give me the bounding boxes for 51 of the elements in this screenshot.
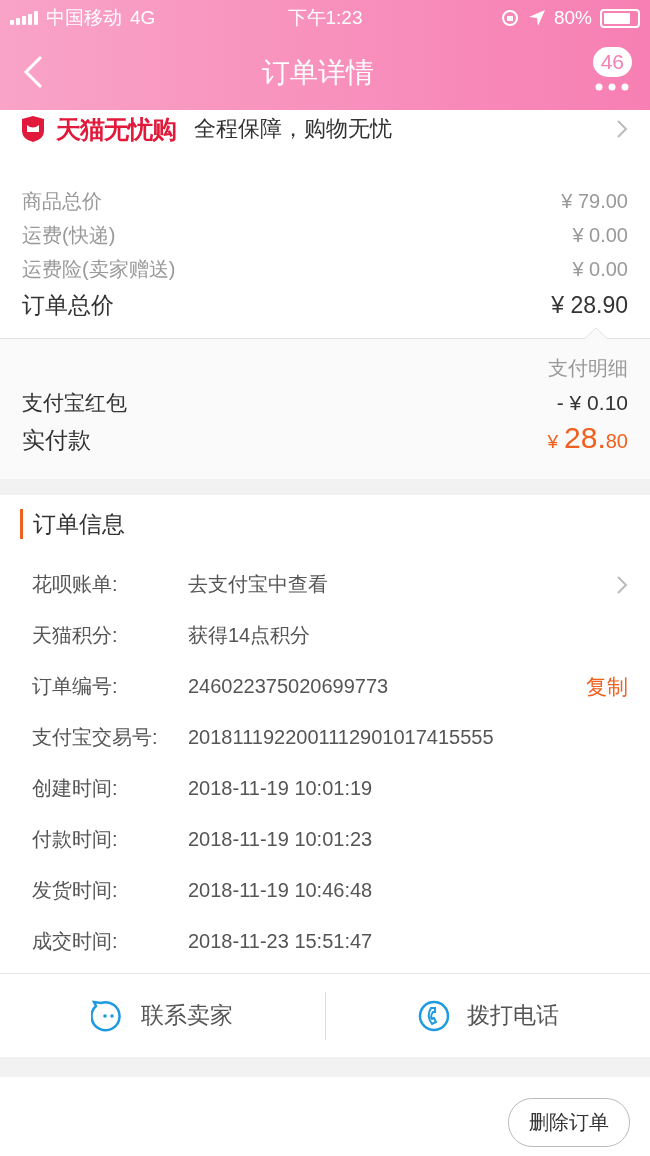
delete-order-button[interactable]: 删除订单 bbox=[508, 1097, 630, 1147]
payment-details-title: 支付明细 bbox=[547, 356, 628, 381]
price-value: ¥ 0.00 bbox=[572, 257, 628, 281]
battery-icon bbox=[600, 8, 640, 28]
info-value: 2018111922001112901017415555 bbox=[188, 726, 495, 749]
signal-icon bbox=[10, 11, 38, 25]
info-label: 付款时间: bbox=[32, 827, 119, 852]
info-label: 创建时间: bbox=[32, 776, 119, 801]
info-label: 支付宝交易号: bbox=[32, 725, 159, 750]
status-time: 下午1:23 bbox=[287, 6, 363, 30]
call-button[interactable]: 拨打电话 bbox=[325, 991, 650, 1040]
info-value: 2018-11-19 10:01:19 bbox=[188, 777, 374, 800]
info-value: 2018-11-19 10:01:23 bbox=[188, 828, 374, 851]
price-label: 运费险(卖家赠送) bbox=[22, 256, 176, 282]
message-badge: 46 bbox=[592, 47, 632, 77]
paid-amount: ¥ 28.80 bbox=[547, 421, 628, 455]
network-type: 4G bbox=[130, 7, 156, 29]
page-title: 订单详情 bbox=[262, 56, 375, 90]
shield-icon bbox=[20, 115, 46, 143]
price-label: 商品总价 bbox=[22, 188, 102, 214]
total-value: ¥ 28.90 bbox=[551, 291, 628, 319]
info-label: 花呗账单: bbox=[32, 572, 119, 597]
price-value: ¥ 0.00 bbox=[572, 223, 628, 247]
info-link[interactable]: 去支付宝中查看 bbox=[188, 571, 616, 598]
info-label: 订单编号: bbox=[32, 674, 119, 699]
info-value: 246022375020699773 bbox=[188, 675, 390, 698]
info-value: 2018-11-19 10:46:48 bbox=[188, 879, 374, 902]
guarantee-text: 全程保障，购物无忧 bbox=[194, 115, 393, 143]
price-value: ¥ 79.00 bbox=[561, 189, 628, 213]
info-label: 发货时间: bbox=[32, 878, 119, 903]
chevron-icon bbox=[616, 119, 628, 139]
more-icon bbox=[595, 83, 630, 91]
info-value: 获得14点积分 bbox=[188, 623, 312, 648]
contact-seller-button[interactable]: 联系卖家 bbox=[0, 991, 325, 1040]
discount-value: - ¥ 0.10 bbox=[556, 391, 628, 415]
phone-icon bbox=[416, 998, 451, 1033]
info-value: 2018-11-23 15:51:47 bbox=[188, 930, 374, 953]
info-label: 成交时间: bbox=[32, 929, 119, 954]
chevron-icon bbox=[616, 574, 628, 595]
battery-percent: 80% bbox=[554, 7, 592, 29]
back-icon bbox=[22, 53, 44, 90]
discount-label: 支付宝红包 bbox=[22, 390, 127, 416]
section-title: 订单信息 bbox=[20, 509, 628, 539]
info-label: 天猫积分: bbox=[32, 623, 119, 648]
total-label: 订单总价 bbox=[22, 290, 114, 320]
brand-name: 天猫无忧购 bbox=[56, 113, 176, 145]
carrier-name: 中国移动 bbox=[46, 6, 122, 30]
location-icon bbox=[528, 9, 546, 27]
rotation-lock-icon bbox=[500, 8, 520, 28]
paid-label: 实付款 bbox=[22, 426, 91, 455]
price-label: 运费(快递) bbox=[22, 222, 116, 248]
